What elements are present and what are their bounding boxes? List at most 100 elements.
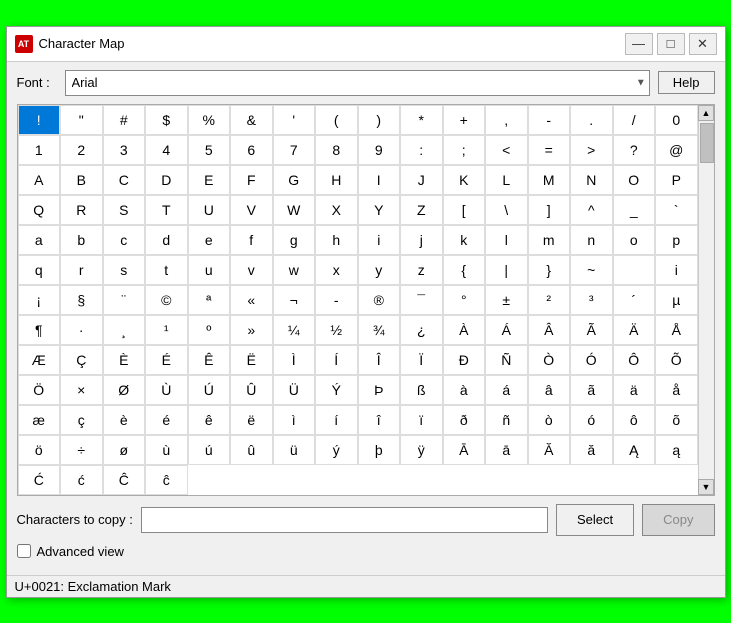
char-cell[interactable]: W <box>273 195 316 225</box>
char-cell[interactable]: ý <box>315 435 358 465</box>
char-cell[interactable]: q <box>18 255 61 285</box>
char-cell[interactable]: 4 <box>145 135 188 165</box>
char-cell[interactable]: - <box>315 285 358 315</box>
char-cell[interactable]: 6 <box>230 135 273 165</box>
char-cell[interactable]: â <box>528 375 571 405</box>
char-cell[interactable]: z <box>400 255 443 285</box>
char-cell[interactable]: Ò <box>528 345 571 375</box>
scroll-down-arrow[interactable]: ▼ <box>698 479 714 495</box>
char-cell[interactable]: ± <box>485 285 528 315</box>
char-cell[interactable]: ¸ <box>103 315 146 345</box>
char-cell[interactable]: Y <box>358 195 401 225</box>
char-cell[interactable]: ô <box>613 405 656 435</box>
char-cell[interactable]: 0 <box>655 105 698 135</box>
char-cell[interactable]: » <box>230 315 273 345</box>
char-cell[interactable]: Û <box>230 375 273 405</box>
char-cell[interactable]: Z <box>400 195 443 225</box>
char-cell[interactable]: í <box>315 405 358 435</box>
char-cell[interactable]: i <box>358 225 401 255</box>
char-cell[interactable]: { <box>443 255 486 285</box>
char-cell[interactable]: E <box>188 165 231 195</box>
scroll-track[interactable] <box>699 121 714 479</box>
char-cell[interactable]: Ê <box>188 345 231 375</box>
char-cell[interactable]: Þ <box>358 375 401 405</box>
char-cell[interactable]: Ë <box>230 345 273 375</box>
char-cell[interactable] <box>613 255 656 285</box>
char-cell[interactable]: 3 <box>103 135 146 165</box>
char-cell[interactable]: ø <box>103 435 146 465</box>
char-cell[interactable]: j <box>400 225 443 255</box>
char-cell[interactable]: Ð <box>443 345 486 375</box>
char-cell[interactable]: n <box>570 225 613 255</box>
char-cell[interactable]: . <box>570 105 613 135</box>
char-cell[interactable]: P <box>655 165 698 195</box>
char-cell[interactable]: ´ <box>613 285 656 315</box>
char-cell[interactable]: d <box>145 225 188 255</box>
char-cell[interactable]: o <box>613 225 656 255</box>
char-cell[interactable]: ÷ <box>60 435 103 465</box>
char-cell[interactable]: V <box>230 195 273 225</box>
char-cell[interactable]: Ý <box>315 375 358 405</box>
scrollbar[interactable]: ▲ ▼ <box>698 105 714 495</box>
char-cell[interactable]: ¿ <box>400 315 443 345</box>
char-cell[interactable]: > <box>570 135 613 165</box>
char-cell[interactable]: ^ <box>570 195 613 225</box>
char-cell[interactable]: ¯ <box>400 285 443 315</box>
char-cell[interactable]: ¼ <box>273 315 316 345</box>
close-button[interactable]: ✕ <box>689 33 717 55</box>
char-cell[interactable]: ă <box>570 435 613 465</box>
char-cell[interactable]: * <box>400 105 443 135</box>
char-cell[interactable]: · <box>60 315 103 345</box>
char-cell[interactable]: S <box>103 195 146 225</box>
char-cell[interactable]: Ù <box>145 375 188 405</box>
char-cell[interactable]: ( <box>315 105 358 135</box>
char-cell[interactable]: ü <box>273 435 316 465</box>
char-cell[interactable]: Ì <box>273 345 316 375</box>
char-cell[interactable]: Ú <box>188 375 231 405</box>
char-cell[interactable]: ĉ <box>145 465 188 495</box>
char-cell[interactable]: 7 <box>273 135 316 165</box>
char-cell[interactable]: þ <box>358 435 401 465</box>
font-select[interactable]: Arial <box>65 70 650 96</box>
char-cell[interactable]: ° <box>443 285 486 315</box>
char-cell[interactable]: À <box>443 315 486 345</box>
char-cell[interactable]: _ <box>613 195 656 225</box>
char-cell[interactable]: v <box>230 255 273 285</box>
char-cell[interactable]: Ñ <box>485 345 528 375</box>
help-button[interactable]: Help <box>658 71 715 94</box>
char-cell[interactable]: ù <box>145 435 188 465</box>
char-cell[interactable]: Ç <box>60 345 103 375</box>
char-cell[interactable]: @ <box>655 135 698 165</box>
char-cell[interactable]: D <box>145 165 188 195</box>
char-cell[interactable]: l <box>485 225 528 255</box>
char-cell[interactable]: ² <box>528 285 571 315</box>
char-cell[interactable]: M <box>528 165 571 195</box>
char-cell[interactable]: « <box>230 285 273 315</box>
char-cell[interactable]: Å <box>655 315 698 345</box>
char-cell[interactable]: I <box>358 165 401 195</box>
char-cell[interactable]: ê <box>188 405 231 435</box>
char-cell[interactable]: ¬ <box>273 285 316 315</box>
char-cell[interactable]: ) <box>358 105 401 135</box>
char-cell[interactable]: ï <box>400 405 443 435</box>
char-cell[interactable]: Q <box>18 195 61 225</box>
char-cell[interactable]: Ã <box>570 315 613 345</box>
char-cell[interactable]: Ï <box>400 345 443 375</box>
char-cell[interactable]: < <box>485 135 528 165</box>
char-cell[interactable]: Ó <box>570 345 613 375</box>
char-cell[interactable]: Ā <box>443 435 486 465</box>
char-cell[interactable]: ć <box>60 465 103 495</box>
char-cell[interactable]: ò <box>528 405 571 435</box>
char-cell[interactable]: Ć <box>18 465 61 495</box>
char-cell[interactable]: é <box>145 405 188 435</box>
char-cell[interactable]: É <box>145 345 188 375</box>
char-cell[interactable]: g <box>273 225 316 255</box>
char-cell[interactable]: Æ <box>18 345 61 375</box>
char-cell[interactable]: c <box>103 225 146 255</box>
char-cell[interactable]: T <box>145 195 188 225</box>
char-cell[interactable]: t <box>145 255 188 285</box>
char-cell[interactable]: Õ <box>655 345 698 375</box>
char-cell[interactable]: G <box>273 165 316 195</box>
select-button[interactable]: Select <box>556 504 634 536</box>
char-cell[interactable]: + <box>443 105 486 135</box>
